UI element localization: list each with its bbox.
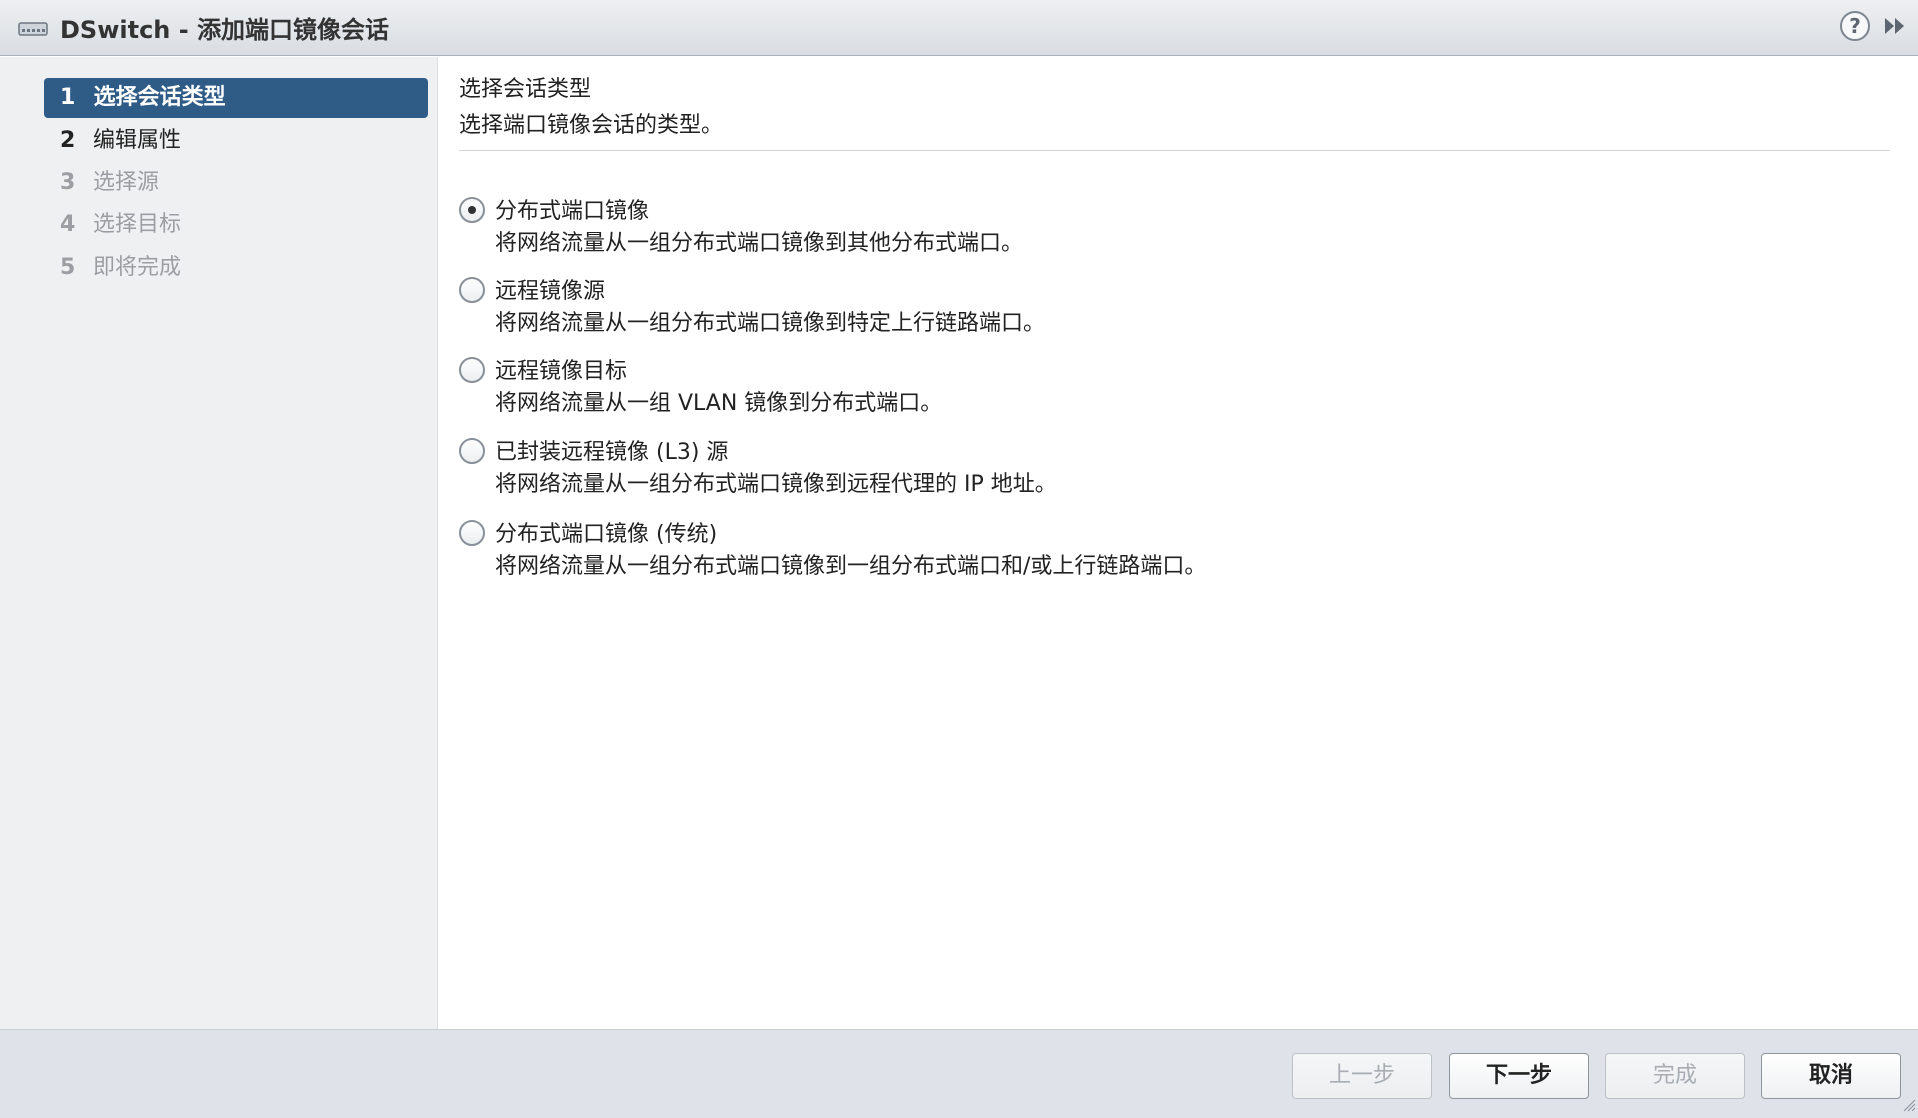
title-bar: DSwitch - 添加端口镜像会话 ? <box>0 0 1918 56</box>
radio-button[interactable] <box>459 277 485 303</box>
radio-button[interactable] <box>459 357 485 383</box>
option-label: 远程镜像目标 <box>495 359 628 384</box>
step-number: 5 <box>60 255 76 280</box>
step-label: 选择会话类型 <box>93 85 226 110</box>
step-select-source: 3 选择源 <box>44 163 428 203</box>
step-number: 3 <box>60 170 76 195</box>
wizard-footer: 上一步 下一步 完成 取消 <box>0 1029 1918 1118</box>
step-select-destination: 4 选择目标 <box>44 205 428 245</box>
step-ready-to-complete: 5 即将完成 <box>44 248 428 288</box>
option-description: 将网络流量从一组分布式端口镜像到远程代理的 IP 地址。 <box>495 472 1057 497</box>
step-select-session-type[interactable]: 1 选择会话类型 <box>44 78 428 118</box>
option-label: 远程镜像源 <box>495 279 606 304</box>
step-label: 选择源 <box>93 170 160 195</box>
next-button[interactable]: 下一步 <box>1449 1053 1589 1099</box>
step-edit-properties[interactable]: 2 编辑属性 <box>44 121 428 161</box>
option-description: 将网络流量从一组 VLAN 镜像到分布式端口。 <box>495 391 943 416</box>
step-number: 4 <box>60 212 76 237</box>
expand-icon[interactable] <box>1882 14 1908 42</box>
option-description: 将网络流量从一组分布式端口镜像到特定上行链路端口。 <box>495 311 1046 336</box>
wizard-steps-sidebar: 1 选择会话类型 2 编辑属性 3 选择源 4 选择目标 5 即将完成 <box>0 57 438 1029</box>
window-title: DSwitch - 添加端口镜像会话 <box>60 16 390 44</box>
option-description: 将网络流量从一组分布式端口镜像到其他分布式端口。 <box>495 231 1024 256</box>
distributed-switch-icon <box>18 18 48 42</box>
help-icon[interactable]: ? <box>1840 11 1870 41</box>
cancel-button[interactable]: 取消 <box>1761 1053 1901 1099</box>
option-label: 分布式端口镜像 <box>495 199 650 224</box>
step-label: 选择目标 <box>93 212 182 237</box>
option-label: 分布式端口镜像 (传统) <box>495 522 718 547</box>
page-title: 选择会话类型 <box>459 77 592 102</box>
radio-button[interactable] <box>459 520 485 546</box>
step-label: 编辑属性 <box>93 128 182 153</box>
resize-grip-icon[interactable] <box>1900 1096 1916 1116</box>
step-number: 2 <box>60 128 76 153</box>
option-label: 已封装远程镜像 (L3) 源 <box>495 440 729 465</box>
radio-button[interactable] <box>459 438 485 464</box>
main-content: 选择会话类型 选择端口镜像会话的类型。 分布式端口镜像 将网络流量从一组分布式端… <box>439 57 1918 1029</box>
back-button[interactable]: 上一步 <box>1292 1053 1432 1099</box>
radio-button[interactable] <box>459 197 485 223</box>
header-divider <box>459 150 1890 151</box>
finish-button[interactable]: 完成 <box>1605 1053 1745 1099</box>
step-number: 1 <box>60 85 76 110</box>
option-description: 将网络流量从一组分布式端口镜像到一组分布式端口和/或上行链路端口。 <box>495 554 1207 579</box>
page-subtitle: 选择端口镜像会话的类型。 <box>459 113 724 138</box>
step-label: 即将完成 <box>93 255 182 280</box>
